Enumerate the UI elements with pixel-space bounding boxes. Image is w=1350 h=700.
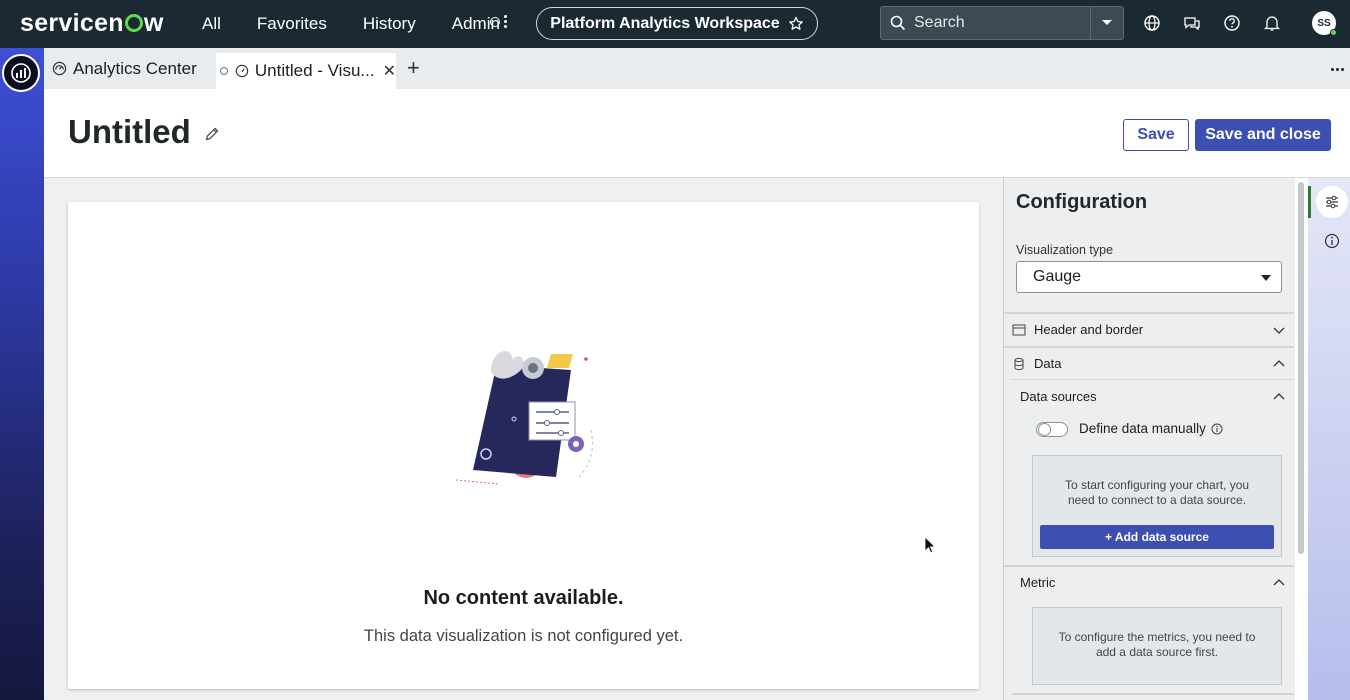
visualization-type-select[interactable]: Gauge <box>1016 261 1282 293</box>
search-scope-dropdown[interactable] <box>1090 7 1123 39</box>
data-source-hint: To start configuring your chart, you nee… <box>1064 478 1250 507</box>
nav-history[interactable]: History <box>363 14 416 34</box>
search-icon <box>890 15 906 31</box>
help-icon[interactable] <box>1223 14 1241 32</box>
analytics-icon <box>11 63 31 83</box>
chevron-up-icon <box>1273 579 1285 586</box>
active-indicator <box>1308 186 1311 218</box>
search-input[interactable] <box>914 14 1084 32</box>
avatar-initials: SS <box>1317 17 1331 29</box>
tab-untitled-visualization[interactable]: Untitled - Visu... ✕ <box>216 53 396 89</box>
info-icon[interactable] <box>1211 423 1223 435</box>
circle-icon <box>490 16 500 27</box>
save-and-close-button[interactable]: Save and close <box>1195 119 1331 151</box>
scrollbar-thumb[interactable] <box>1298 182 1304 554</box>
more-vertical-icon <box>504 15 507 28</box>
empty-state-title: No content available. <box>423 587 624 609</box>
header-border-icon <box>1012 323 1026 336</box>
page-header: Untitled Save Save and close <box>44 89 1350 178</box>
chevron-up-icon <box>1273 360 1285 367</box>
save-button[interactable]: Save <box>1123 119 1189 151</box>
mouse-cursor-icon <box>924 536 936 554</box>
workspace-name: Platform Analytics Workspace <box>550 14 780 32</box>
add-data-source-button[interactable]: + Add data source <box>1040 525 1274 549</box>
presence-indicator <box>1330 29 1337 36</box>
toggle-text: Define data manually <box>1079 421 1206 436</box>
left-rail <box>0 48 44 700</box>
tab-label: Untitled - Visu... <box>254 61 375 80</box>
configuration-title: Configuration <box>1016 191 1148 213</box>
tab-strip: Analytics Center Untitled - Visu... ✕ + <box>44 48 1350 89</box>
metric-hint: To configure the metrics, you need to ad… <box>1058 630 1256 659</box>
servicenow-logo[interactable]: servicen w <box>20 9 164 38</box>
right-icon-rail <box>1308 178 1350 700</box>
define-data-manually-toggle[interactable] <box>1036 422 1068 437</box>
unsaved-indicator <box>220 67 228 75</box>
empty-state-illustration <box>455 350 594 485</box>
page-title: Untitled <box>68 113 191 150</box>
analytics-rail-button[interactable] <box>2 54 40 92</box>
configuration-panel: Configuration Visualization type Gauge H… <box>1003 178 1295 700</box>
tab-label: Analytics Center <box>73 58 197 78</box>
top-navigation: servicen w All Favorites History Admin Pl… <box>0 0 1350 48</box>
section-label: Header and border <box>1034 322 1144 337</box>
chat-icon[interactable] <box>1183 14 1201 32</box>
metric-empty-box: To configure the metrics, you need to ad… <box>1032 607 1282 685</box>
nav-all[interactable]: All <box>202 14 221 34</box>
info-icon[interactable] <box>1324 233 1340 249</box>
section-label: Data sources <box>1020 389 1097 404</box>
empty-state-subtitle: This data visualization is not configure… <box>363 627 684 645</box>
gauge-icon <box>235 64 249 78</box>
more-horizontal-icon[interactable] <box>1331 68 1344 71</box>
gauge-icon <box>52 61 67 76</box>
close-tab-icon[interactable]: ✕ <box>383 61 396 81</box>
configuration-panel-button[interactable] <box>1316 186 1348 218</box>
user-avatar[interactable]: SS <box>1312 11 1337 36</box>
visualization-type-label: Visualization type <box>1016 243 1114 257</box>
section-data[interactable]: Data <box>1004 347 1295 380</box>
add-tab-button[interactable]: + <box>407 57 420 79</box>
define-data-manually-label: Define data manually <box>1079 421 1223 436</box>
chevron-down-icon <box>1273 327 1285 334</box>
star-icon[interactable] <box>788 16 804 32</box>
visualization-card: No content available. This data visualiz… <box>68 202 979 689</box>
visualization-type-value: Gauge <box>1033 268 1082 285</box>
section-label: Metric <box>1020 575 1056 590</box>
nav-favorites[interactable]: Favorites <box>257 14 327 34</box>
main-nav-links: All Favorites History Admin <box>202 0 536 48</box>
tab-analytics-center[interactable]: Analytics Center <box>52 48 197 89</box>
chevron-up-icon <box>1273 393 1285 400</box>
nav-more-menu[interactable] <box>490 15 507 28</box>
global-search <box>880 6 1124 40</box>
config-scrollbar[interactable] <box>1295 178 1308 700</box>
caret-down-icon <box>1261 275 1271 281</box>
workspace-pill[interactable]: Platform Analytics Workspace <box>536 7 818 40</box>
section-header-and-border[interactable]: Header and border <box>1004 313 1295 346</box>
globe-icon[interactable] <box>1143 14 1161 32</box>
edit-pencil-icon[interactable] <box>204 126 220 142</box>
visualization-canvas: No content available. This data visualiz… <box>44 178 1003 700</box>
subsection-metric[interactable]: Metric <box>1004 566 1295 599</box>
subsection-data-sources[interactable]: Data sources <box>1004 380 1295 413</box>
section-label: Data <box>1034 356 1062 371</box>
database-icon <box>1014 357 1024 370</box>
settings-sliders-icon <box>1326 195 1338 209</box>
caret-down-icon <box>1102 20 1112 25</box>
bell-icon[interactable] <box>1263 14 1281 32</box>
